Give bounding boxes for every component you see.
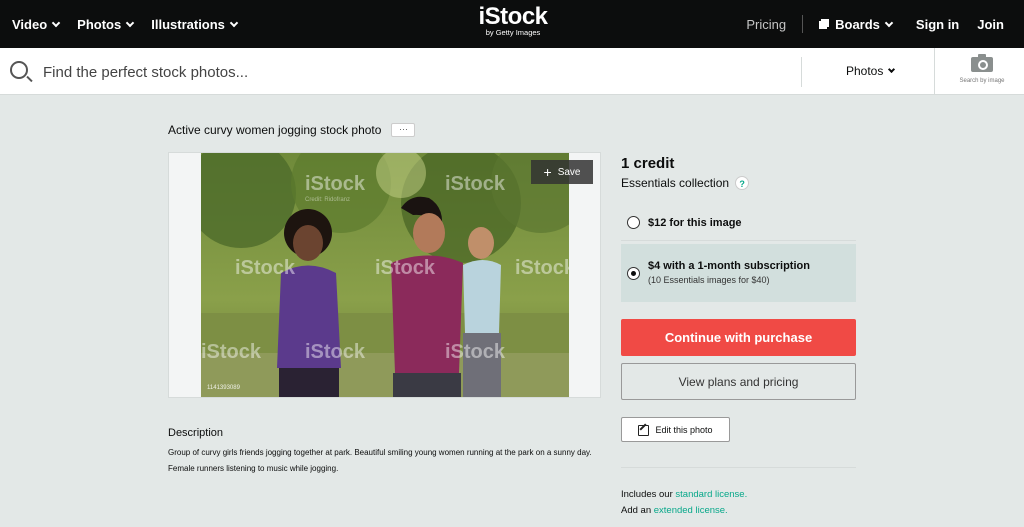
watermark: iStock bbox=[375, 257, 436, 279]
nav-right: Pricing Boards Sign in Join bbox=[746, 0, 1024, 48]
camera-icon bbox=[971, 54, 993, 72]
watermark: iStock bbox=[235, 257, 296, 279]
collection-row: Essentials collection ? bbox=[621, 176, 750, 190]
view-plans-button[interactable]: View plans and pricing bbox=[621, 363, 856, 400]
radio-single[interactable] bbox=[627, 216, 640, 229]
chevron-down-icon bbox=[888, 65, 896, 74]
continue-purchase-button[interactable]: Continue with purchase bbox=[621, 319, 856, 356]
nav-photos[interactable]: Photos bbox=[77, 17, 135, 32]
search-by-image-button[interactable]: Search by image bbox=[950, 54, 1014, 84]
watermark: iStock bbox=[201, 341, 262, 363]
stock-photo[interactable]: iStock iStock iStock iStock iStock iStoc… bbox=[201, 153, 569, 397]
plus-icon: + bbox=[543, 164, 552, 180]
nav-illustrations[interactable]: Illustrations bbox=[151, 17, 239, 32]
nav-divider bbox=[802, 15, 804, 33]
search-bar: Photos Search by image bbox=[0, 48, 1024, 95]
price-option-subscription[interactable]: $4 with a 1-month subscription (10 Essen… bbox=[621, 244, 856, 302]
watermark: iStock bbox=[445, 341, 506, 363]
nav-video[interactable]: Video bbox=[12, 17, 61, 32]
description-text: Group of curvy girls friends jogging tog… bbox=[168, 448, 592, 473]
more-options-button[interactable]: ··· bbox=[391, 123, 416, 137]
edit-photo-button[interactable]: Edit this photo bbox=[621, 417, 730, 442]
image-frame: iStock iStock iStock iStock iStock iStoc… bbox=[168, 152, 601, 398]
sign-in-link[interactable]: Sign in bbox=[916, 17, 959, 32]
save-button[interactable]: + Save bbox=[531, 160, 593, 184]
radio-subscription[interactable] bbox=[627, 267, 640, 280]
chevron-down-icon bbox=[125, 18, 135, 27]
description-heading: Description bbox=[168, 427, 224, 439]
help-icon[interactable]: ? bbox=[735, 176, 750, 190]
search-type-dropdown[interactable]: Photos bbox=[846, 64, 896, 78]
istock-logo[interactable]: iStock by Getty Images bbox=[476, 4, 550, 38]
search-divider bbox=[801, 57, 802, 87]
photo-id: 1141393089 bbox=[207, 385, 240, 391]
title-row: Active curvy women jogging stock photo ·… bbox=[168, 123, 416, 137]
join-link[interactable]: Join bbox=[977, 17, 1004, 32]
nav-pricing-link[interactable]: Pricing bbox=[746, 17, 786, 32]
license-line-extended: Add an extended license. bbox=[621, 505, 728, 516]
chevron-down-icon bbox=[229, 18, 239, 27]
watermark: iStock bbox=[515, 257, 569, 279]
edit-icon bbox=[638, 424, 650, 436]
search-input[interactable] bbox=[43, 60, 783, 84]
credit-price: 1 credit bbox=[621, 155, 675, 172]
page-title: Active curvy women jogging stock photo bbox=[168, 123, 382, 137]
watermark: iStock bbox=[305, 341, 366, 363]
nav-left: Video Photos Illustrations bbox=[12, 0, 239, 48]
watermark: iStock bbox=[305, 173, 366, 195]
search-icon[interactable] bbox=[10, 61, 28, 79]
license-line-standard: Includes our standard license. bbox=[621, 489, 748, 500]
extended-license-link[interactable]: extended license. bbox=[654, 505, 728, 516]
standard-license-link[interactable]: standard license. bbox=[675, 489, 747, 500]
top-nav: Video Photos Illustrations iStock by Get… bbox=[0, 0, 1024, 48]
chevron-down-icon bbox=[884, 18, 894, 27]
boards-icon bbox=[819, 19, 830, 29]
chevron-down-icon bbox=[51, 18, 61, 27]
watermark: iStock bbox=[445, 173, 506, 195]
price-option-single[interactable]: $12 for this image bbox=[621, 205, 856, 241]
divider bbox=[621, 467, 856, 468]
search-divider bbox=[934, 48, 935, 95]
nav-boards-button[interactable]: Boards bbox=[819, 17, 894, 32]
watermark-credit: Credit: Ridofranz bbox=[305, 197, 351, 203]
